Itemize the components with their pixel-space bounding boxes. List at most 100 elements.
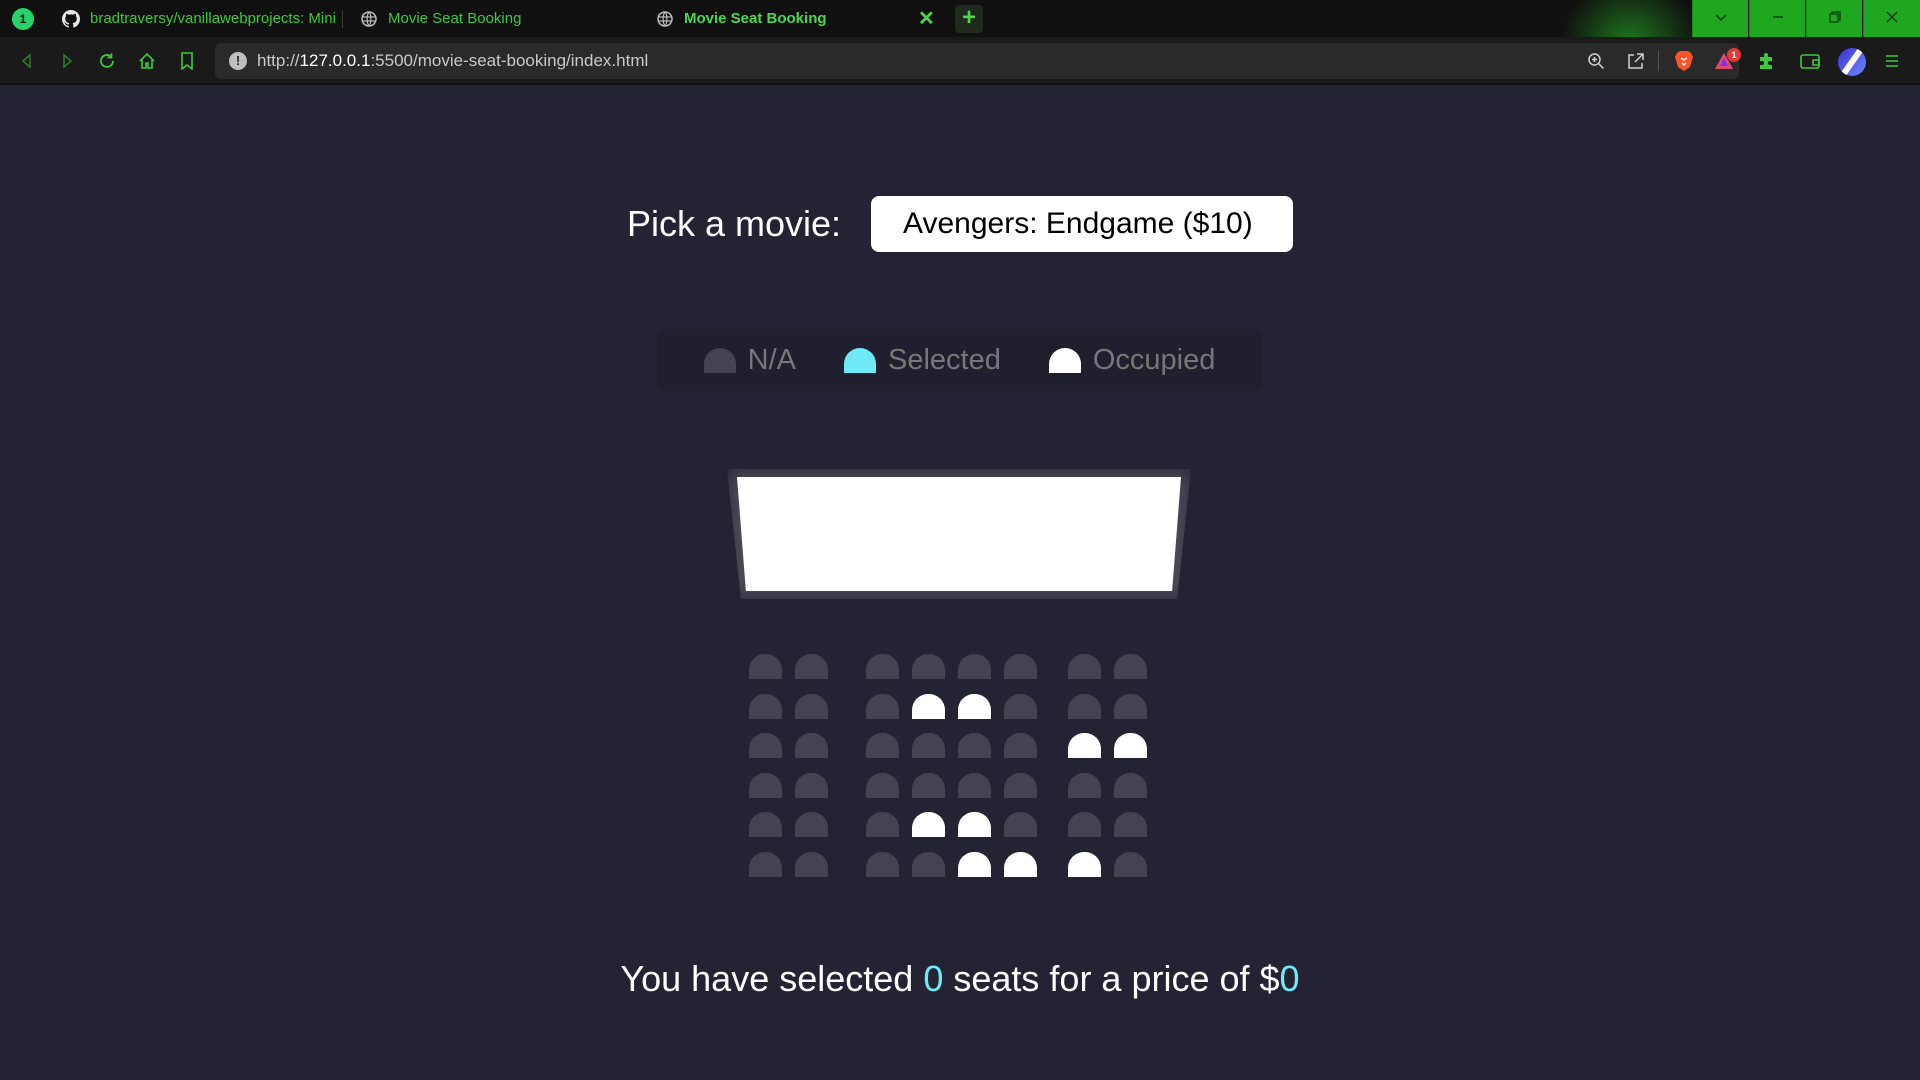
seat[interactable] xyxy=(912,733,945,758)
wallet-button[interactable] xyxy=(1796,47,1824,75)
globe-icon xyxy=(656,10,674,28)
seat[interactable] xyxy=(749,654,782,679)
cinema-screen xyxy=(737,477,1181,591)
address-toolbar: ! http://127.0.0.1:5500/movie-seat-booki… xyxy=(0,37,1920,85)
seat[interactable] xyxy=(795,733,828,758)
seat[interactable] xyxy=(795,851,828,877)
back-button[interactable] xyxy=(13,47,41,75)
legend-occupied: Occupied xyxy=(1048,344,1215,377)
brave-lion-icon xyxy=(1675,51,1693,71)
seat[interactable] xyxy=(1068,693,1101,719)
seat[interactable] xyxy=(749,733,782,758)
tab-title: bradtraversy/vanillawebprojects: Mini xyxy=(90,10,336,27)
seat[interactable] xyxy=(795,772,828,798)
seat[interactable] xyxy=(1004,693,1037,719)
seat[interactable] xyxy=(866,772,899,798)
seat-icon xyxy=(1048,347,1081,373)
seat[interactable] xyxy=(749,772,782,798)
whatsapp-icon[interactable]: 1 xyxy=(12,8,34,30)
back-arrow-icon xyxy=(21,53,31,69)
seat[interactable] xyxy=(1114,693,1147,719)
movie-select[interactable]: Avengers: Endgame ($10) xyxy=(871,196,1294,252)
seat-occupied xyxy=(1068,851,1101,877)
seat[interactable] xyxy=(958,733,991,758)
seat-row xyxy=(749,772,1171,798)
tab-movie-seat-booking-1[interactable]: Movie Seat Booking xyxy=(344,0,640,37)
legend-selected: Selected xyxy=(843,344,1001,377)
seat-occupied xyxy=(958,812,991,837)
close-window-button[interactable] xyxy=(1863,0,1920,37)
seat[interactable] xyxy=(1004,812,1037,837)
seat-occupied xyxy=(1068,733,1101,758)
new-tab-button[interactable]: + xyxy=(955,5,983,33)
seat[interactable] xyxy=(1068,812,1101,837)
seat[interactable] xyxy=(1068,654,1101,679)
brave-rewards-button[interactable]: 1 xyxy=(1711,48,1741,72)
seat[interactable] xyxy=(866,851,899,877)
seat[interactable] xyxy=(1004,733,1037,758)
seat-occupied xyxy=(958,851,991,877)
seat[interactable] xyxy=(1114,812,1147,837)
forward-button[interactable] xyxy=(53,47,81,75)
url-bar[interactable]: ! http://127.0.0.1:5500/movie-seat-booki… xyxy=(215,43,1741,79)
pick-movie-label: Pick a movie: xyxy=(626,203,842,244)
tab-search-button[interactable] xyxy=(1692,0,1748,37)
reload-icon xyxy=(100,53,114,68)
tab-bar: 1 bradtraversy/vanillawebprojects: Mini … xyxy=(0,0,1920,37)
total-price: 0 xyxy=(1279,958,1300,999)
tab-github[interactable]: bradtraversy/vanillawebprojects: Mini xyxy=(46,0,340,37)
menu-button[interactable] xyxy=(1878,47,1906,75)
seat[interactable] xyxy=(866,693,899,719)
seat[interactable] xyxy=(912,851,945,877)
seat[interactable] xyxy=(1114,654,1147,679)
seat[interactable] xyxy=(912,772,945,798)
seat[interactable] xyxy=(1004,654,1037,679)
extensions-button[interactable] xyxy=(1752,47,1780,75)
url-text[interactable]: http://127.0.0.1:5500/movie-seat-booking… xyxy=(257,51,648,71)
seat-row xyxy=(749,851,1171,877)
seat[interactable] xyxy=(866,812,899,837)
seat-occupied xyxy=(1114,733,1147,758)
home-button[interactable] xyxy=(133,47,161,75)
seat[interactable] xyxy=(866,733,899,758)
seat-row xyxy=(749,654,1171,679)
tab-title: Movie Seat Booking xyxy=(684,10,827,27)
close-tab-icon[interactable]: ✕ xyxy=(918,6,935,31)
brave-shields-button[interactable] xyxy=(1673,50,1695,72)
seat-row xyxy=(749,812,1171,837)
share-button[interactable] xyxy=(1626,51,1646,71)
seat[interactable] xyxy=(749,851,782,877)
seat[interactable] xyxy=(795,693,828,719)
reload-button[interactable] xyxy=(93,47,121,75)
zoom-button[interactable] xyxy=(1586,51,1606,71)
seat[interactable] xyxy=(912,654,945,679)
seat-occupied xyxy=(958,693,991,719)
tab-title: Movie Seat Booking xyxy=(388,10,522,27)
profile-avatar[interactable] xyxy=(1838,48,1866,76)
site-info-icon[interactable]: ! xyxy=(229,52,247,70)
seat[interactable] xyxy=(795,654,828,679)
seat[interactable] xyxy=(866,654,899,679)
seat[interactable] xyxy=(958,654,991,679)
seat-occupied xyxy=(1004,851,1037,877)
seat[interactable] xyxy=(958,772,991,798)
wallpaper-glow xyxy=(1560,0,1700,37)
booking-summary: You have selected 0 seats for a price of… xyxy=(0,958,1920,1000)
minimize-button[interactable] xyxy=(1749,0,1805,37)
seat[interactable] xyxy=(749,693,782,719)
seat[interactable] xyxy=(1114,772,1147,798)
restore-icon xyxy=(1828,11,1841,23)
seat[interactable] xyxy=(749,812,782,837)
bookmark-button[interactable] xyxy=(173,47,201,75)
seat-occupied xyxy=(912,693,945,719)
seat[interactable] xyxy=(1004,772,1037,798)
seat[interactable] xyxy=(1068,772,1101,798)
seat[interactable] xyxy=(795,812,828,837)
seat-row xyxy=(749,693,1171,719)
seat-icon xyxy=(703,347,736,373)
seat[interactable] xyxy=(1114,851,1147,877)
restore-button[interactable] xyxy=(1806,0,1862,37)
seat-grid xyxy=(749,654,1171,891)
tab-movie-seat-booking-active[interactable]: Movie Seat Booking xyxy=(640,0,940,37)
bookmark-icon xyxy=(181,52,193,70)
